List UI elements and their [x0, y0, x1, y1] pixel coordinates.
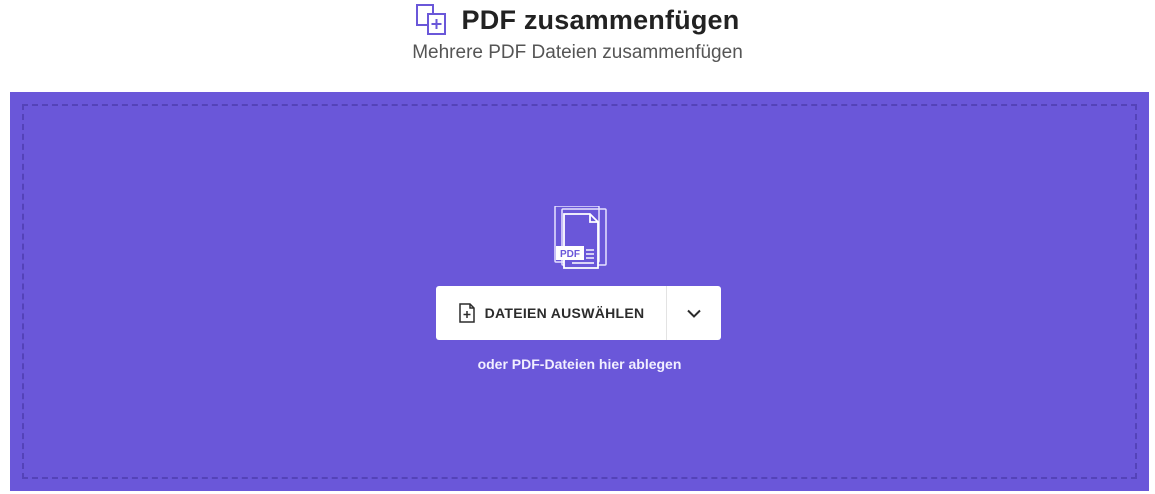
choose-files-button-group: DATEIEN AUSWÄHLEN: [436, 286, 721, 340]
title-row: PDF zusammenfügen: [0, 4, 1155, 36]
choose-files-button[interactable]: DATEIEN AUSWÄHLEN: [436, 286, 667, 340]
drop-hint: oder PDF-Dateien hier ablegen: [477, 356, 682, 372]
add-file-icon: [458, 303, 475, 323]
pdf-illustration-label: PDF: [560, 249, 580, 260]
page-header: PDF zusammenfügen Mehrere PDF Dateien zu…: [0, 0, 1155, 92]
file-dropzone[interactable]: PDF DATEIEN AUSWÄHLEN oder PDF-Dateien h…: [10, 92, 1149, 491]
pdf-documents-icon: PDF: [554, 206, 607, 269]
upload-source-dropdown-button[interactable]: [667, 286, 721, 340]
page-subtitle: Mehrere PDF Dateien zusammenfügen: [412, 42, 743, 63]
chevron-down-icon: [687, 309, 701, 318]
merge-pages-icon: [415, 4, 446, 35]
choose-files-label: DATEIEN AUSWÄHLEN: [484, 305, 645, 321]
page-title: PDF zusammenfügen: [461, 4, 740, 35]
